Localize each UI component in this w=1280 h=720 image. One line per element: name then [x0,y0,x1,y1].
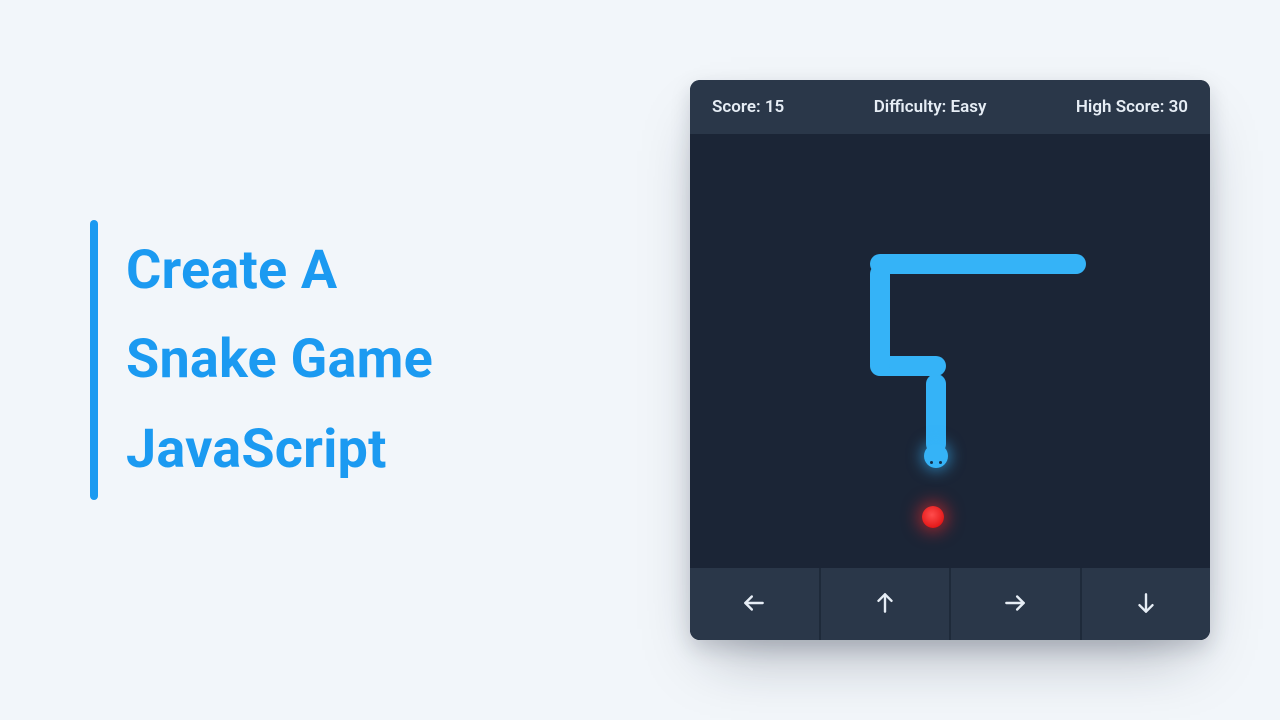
difficulty-display: Difficulty: Easy [874,97,987,117]
title-line-3: JavaScript [126,418,387,481]
food [922,506,944,528]
snake-segment [926,374,946,454]
down-button[interactable] [1082,568,1211,640]
arrow-left-icon [741,590,767,619]
accent-bar [90,220,98,500]
page-title: Create A Snake Game JavaScript [126,226,433,493]
left-button[interactable] [690,568,819,640]
hero-heading: Create A Snake Game JavaScript [90,220,433,500]
highscore-label: High Score: [1076,97,1169,117]
game-panel: Score: 15 Difficulty: Easy High Score: 3… [690,80,1210,640]
title-line-2: Snake Game [126,328,433,391]
score-label: Score: [712,97,765,117]
difficulty-value: Easy [951,97,987,117]
arrow-down-icon [1133,590,1159,619]
arrow-up-icon [872,590,898,619]
title-line-1: Create A [126,239,337,302]
direction-controls [690,568,1210,640]
right-button[interactable] [951,568,1080,640]
score-value: 15 [765,97,784,117]
up-button[interactable] [821,568,950,640]
difficulty-label: Difficulty: [874,97,951,117]
snake-segment [870,254,1086,274]
score-display: Score: 15 [712,97,784,117]
status-bar: Score: 15 Difficulty: Easy High Score: 3… [690,80,1210,134]
highscore-value: 30 [1169,97,1188,117]
snake-segment [870,264,890,374]
highscore-display: High Score: 30 [1076,97,1188,117]
arrow-right-icon [1002,590,1028,619]
playfield[interactable] [690,134,1210,568]
snake-head [924,444,948,468]
